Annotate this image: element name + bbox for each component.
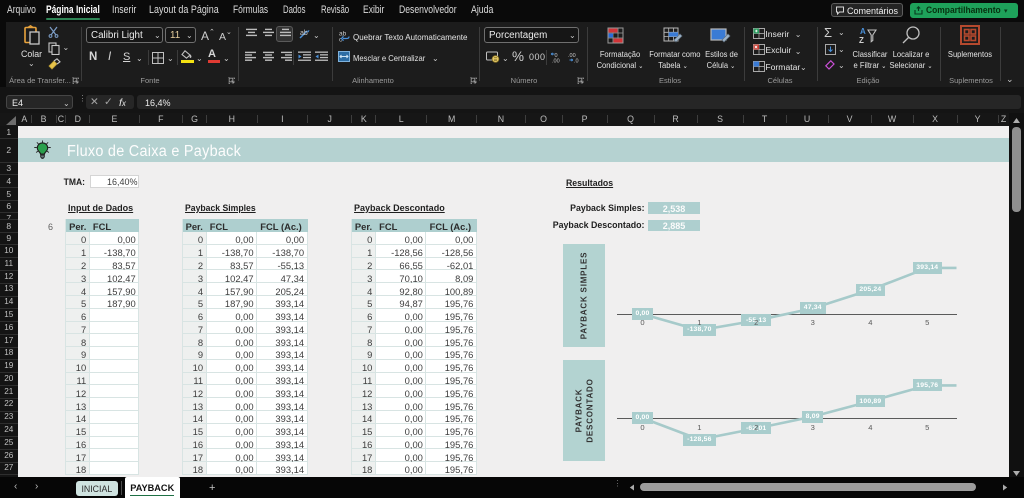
svg-text:.0: .0 xyxy=(574,59,579,64)
svg-text:.00: .00 xyxy=(552,59,560,64)
svg-text:ab: ab xyxy=(300,30,308,37)
svg-text:A: A xyxy=(860,27,866,36)
svg-text:Z: Z xyxy=(859,36,864,45)
